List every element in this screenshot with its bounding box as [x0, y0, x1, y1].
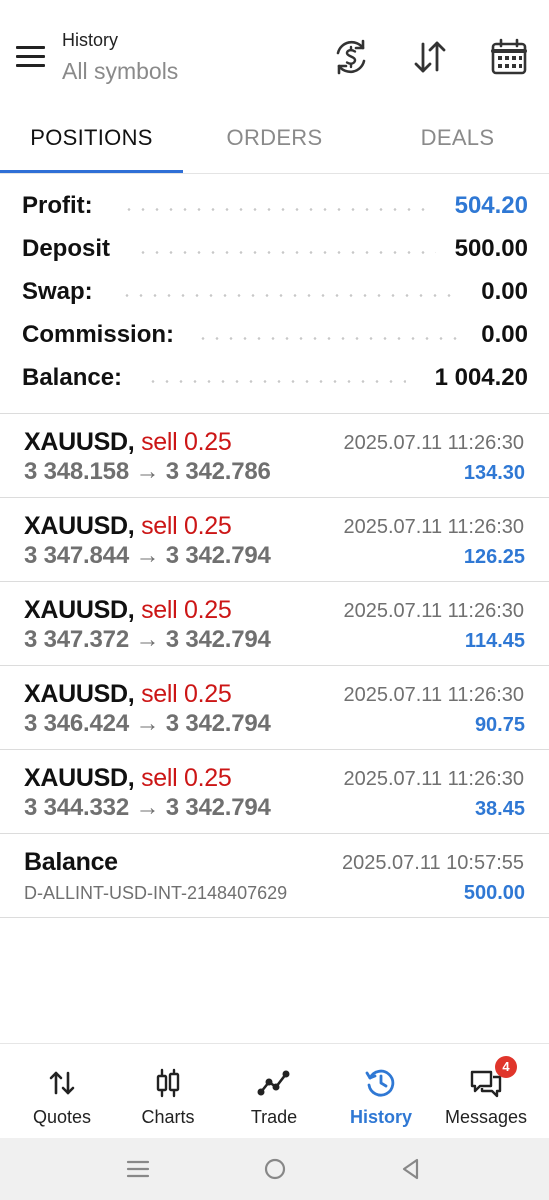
balance-amount: 500.00: [463, 882, 525, 904]
nav-trade[interactable]: Trade: [219, 1044, 329, 1139]
trade-line-icon: [257, 1066, 291, 1100]
swap-label: Swap:: [22, 278, 97, 306]
deposit-value: 500.00: [450, 235, 528, 263]
summary-row-swap: Swap: 0.00: [0, 272, 549, 315]
commission-value: 0.00: [477, 321, 528, 349]
arrow-icon: →: [135, 710, 160, 737]
commission-label: Commission:: [22, 321, 179, 349]
table-row[interactable]: XAUUSD, sell 0.25 3 346.424 → 3 342.794 …: [0, 666, 549, 750]
quotes-arrows-icon: [45, 1066, 79, 1100]
trade-symbol: XAUUSD,: [24, 512, 135, 540]
profit-label: Profit:: [22, 192, 97, 220]
nav-label: Quotes: [32, 1107, 92, 1127]
nav-label: Messages: [444, 1107, 528, 1127]
trade-profit: 114.45: [464, 630, 525, 652]
divider: [0, 917, 549, 918]
bottom-navigation: Quotes Charts Trade History 4 Messages: [0, 1043, 549, 1138]
tab-positions[interactable]: POSITIONS: [0, 112, 183, 172]
deposit-label: Deposit: [22, 235, 115, 263]
trade-profit: 134.30: [463, 462, 525, 484]
balance-label: Balance:: [22, 364, 127, 392]
summary-row-profit: Profit: 504.20: [0, 186, 549, 229]
table-row[interactable]: XAUUSD, sell 0.25 3 344.332 → 3 342.794 …: [0, 750, 549, 834]
arrow-icon: →: [135, 542, 160, 569]
system-navigation-bar: [0, 1138, 549, 1200]
trade-side: sell 0.25: [141, 512, 232, 540]
close-price: 3 342.786: [165, 458, 271, 485]
nav-charts[interactable]: Charts: [113, 1044, 223, 1139]
open-price: 3 346.424: [24, 710, 129, 737]
arrow-icon: →: [135, 626, 160, 653]
dot-leader: [136, 251, 436, 254]
balance-time: 2025.07.11 10:57:55: [341, 852, 524, 874]
active-tab-indicator: [0, 170, 183, 173]
balance-row[interactable]: Balance D-ALLINT-USD-INT-2148407629 2025…: [0, 834, 549, 918]
close-price: 3 342.794: [165, 710, 271, 737]
trade-time: 2025.07.11 11:26:30: [343, 768, 524, 790]
table-row[interactable]: XAUUSD, sell 0.25 3 347.372 → 3 342.794 …: [0, 582, 549, 666]
hamburger-menu-icon[interactable]: [16, 46, 46, 68]
dot-leader: [196, 337, 458, 340]
trade-side: sell 0.25: [141, 428, 232, 456]
tab-orders[interactable]: ORDERS: [183, 112, 366, 172]
trade-time: 2025.07.11 11:26:30: [343, 516, 524, 538]
summary-row-deposit: Deposit 500.00: [0, 229, 549, 272]
open-price: 3 347.844: [24, 542, 129, 569]
trade-symbol: XAUUSD,: [24, 428, 135, 456]
trade-time: 2025.07.11 11:26:30: [343, 600, 524, 622]
close-price: 3 342.794: [165, 626, 271, 653]
trade-side: sell 0.25: [141, 764, 232, 792]
home-icon[interactable]: [260, 1154, 290, 1184]
trade-symbol: XAUUSD,: [24, 764, 135, 792]
account-summary: Profit: 504.20 Deposit 500.00 Swap: 0.00…: [0, 186, 549, 401]
profit-value: 504.20: [450, 192, 528, 220]
summary-row-balance: Balance: 1 004.20: [0, 358, 549, 401]
nav-messages[interactable]: 4 Messages: [431, 1044, 541, 1139]
open-price: 3 348.158: [24, 458, 129, 485]
symbol-filter[interactable]: All symbols: [62, 58, 178, 85]
unread-badge: 4: [495, 1056, 517, 1078]
nav-label: Trade: [250, 1107, 298, 1127]
dot-leader: [146, 380, 406, 383]
trade-profit: 126.25: [463, 546, 525, 568]
page-title: History: [62, 30, 119, 50]
history-tabs: POSITIONS ORDERS DEALS: [0, 112, 549, 174]
trade-symbol: XAUUSD,: [24, 680, 135, 708]
balance-title: Balance: [24, 848, 118, 876]
arrow-icon: →: [135, 458, 160, 485]
nav-quotes[interactable]: Quotes: [7, 1044, 117, 1139]
dot-leader: [122, 208, 434, 211]
swap-value: 0.00: [477, 278, 528, 306]
recent-apps-icon[interactable]: [123, 1154, 153, 1184]
balance-value: 1 004.20: [430, 364, 528, 392]
trade-profit: 38.45: [474, 798, 525, 820]
table-row[interactable]: XAUUSD, sell 0.25 3 347.844 → 3 342.794 …: [0, 498, 549, 582]
table-row[interactable]: XAUUSD, sell 0.25 3 348.158 → 3 342.786 …: [0, 414, 549, 498]
arrow-icon: →: [135, 794, 160, 821]
trade-side: sell 0.25: [141, 680, 232, 708]
trade-time: 2025.07.11 11:26:30: [343, 684, 524, 706]
tab-deals[interactable]: DEALS: [366, 112, 549, 172]
history-clock-icon: [364, 1066, 398, 1100]
app-header: History All symbols: [0, 0, 549, 112]
trade-time: 2025.07.11 11:26:30: [343, 432, 524, 454]
currency-exchange-icon[interactable]: [330, 36, 372, 78]
account-id: D-ALLINT-USD-INT-2148407629: [24, 883, 288, 903]
nav-label: Charts: [141, 1107, 195, 1127]
open-price: 3 344.332: [24, 794, 129, 821]
summary-row-commission: Commission: 0.00: [0, 315, 549, 358]
nav-label: History: [349, 1107, 412, 1127]
close-price: 3 342.794: [165, 794, 271, 821]
trade-symbol: XAUUSD,: [24, 596, 135, 624]
candlestick-chart-icon: [151, 1066, 185, 1100]
trade-profit: 90.75: [474, 714, 525, 736]
back-icon[interactable]: [396, 1154, 426, 1184]
nav-history[interactable]: History: [326, 1044, 436, 1139]
sort-arrows-icon[interactable]: [409, 36, 451, 78]
open-price: 3 347.372: [24, 626, 129, 653]
trade-side: sell 0.25: [141, 596, 232, 624]
dot-leader: [120, 294, 460, 297]
calendar-icon[interactable]: [488, 36, 530, 78]
close-price: 3 342.794: [165, 542, 271, 569]
